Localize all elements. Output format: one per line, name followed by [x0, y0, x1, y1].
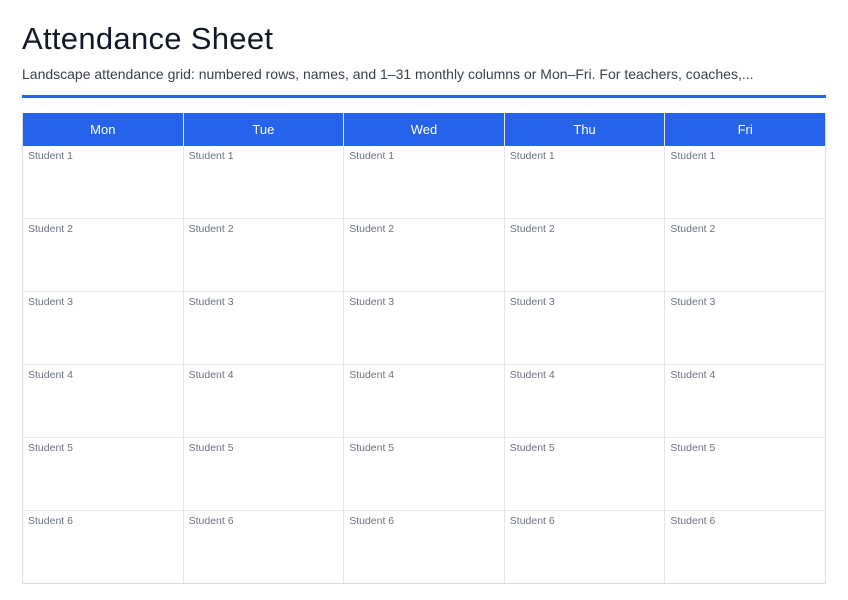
student-name-label: Student 4 — [509, 369, 555, 381]
attendance-cell[interactable]: Student 4 — [184, 365, 345, 437]
attendance-cell[interactable]: Student 6 — [23, 511, 184, 583]
student-name-label: Student 2 — [188, 223, 234, 235]
student-row: Student 3 Student 3 Student 3 Student 3 Stud… — [23, 291, 825, 364]
header-divider — [22, 95, 826, 98]
attendance-cell[interactable]: Student 4 — [505, 365, 666, 437]
student-name-label: Student 3 — [188, 296, 234, 308]
student-row: Student 6 Student 6 Student 6 Student 6 Stud… — [23, 510, 825, 583]
student-name-label: Student 3 — [509, 296, 555, 308]
attendance-cell[interactable]: Student 6 — [184, 511, 345, 583]
student-name-label: Student 6 — [28, 515, 73, 527]
student-name-label: Student 2 — [509, 223, 555, 235]
student-name-label: Student 2 — [349, 223, 395, 235]
attendance-cell[interactable]: Student 1 — [344, 146, 505, 218]
attendance-cell[interactable]: Student 2 — [23, 219, 184, 291]
day-header-row: Mon Tue Wed Thu Fri — [23, 113, 825, 146]
attendance-cell[interactable]: Student 1 — [23, 146, 184, 218]
day-header-mon: Mon — [23, 113, 184, 146]
day-header-thu: Thu — [505, 113, 666, 146]
attendance-cell[interactable]: Student 2 — [665, 219, 825, 291]
attendance-cell[interactable]: Student 4 — [344, 365, 505, 437]
day-header-fri: Fri — [737, 122, 753, 137]
student-name-label: Student 6 — [349, 515, 395, 527]
student-name-label: Student 1 — [670, 150, 716, 162]
attendance-cell[interactable]: Student 4 — [665, 365, 825, 437]
attendance-cell[interactable]: Student 1 — [665, 146, 825, 218]
attendance-cell[interactable]: Student 5 — [344, 438, 505, 510]
page-subtitle: Landscape attendance grid: numbered rows… — [22, 66, 754, 82]
student-name-label: Student 5 — [28, 442, 73, 454]
attendance-cell[interactable]: Student 3 — [184, 292, 345, 364]
student-name-label: Student 3 — [349, 296, 395, 308]
student-name-label: Student 3 — [670, 296, 716, 308]
attendance-cell[interactable]: Student 4 — [23, 365, 184, 437]
attendance-cell[interactable]: Student 2 — [505, 219, 666, 291]
attendance-cell[interactable]: Student 5 — [665, 438, 825, 510]
attendance-cell[interactable]: Student 5 — [23, 438, 184, 510]
attendance-cell[interactable]: Student 3 — [665, 292, 825, 364]
attendance-cell[interactable]: Student 5 — [184, 438, 345, 510]
attendance-cell[interactable]: Student 3 — [344, 292, 505, 364]
student-name-label: Student 4 — [670, 369, 716, 381]
student-name-label: Student 5 — [670, 442, 716, 454]
student-name-label: Student 5 — [188, 442, 234, 454]
attendance-cell[interactable]: Student 6 — [505, 511, 666, 583]
student-name-label: Student 1 — [509, 150, 555, 162]
attendance-cell[interactable]: Student 6 — [665, 511, 825, 583]
student-name-label: Student 1 — [188, 150, 234, 162]
attendance-cell[interactable]: Student 1 — [505, 146, 666, 218]
attendance-grid: Mon Tue Wed Thu Fri Student 1 Student 1 Studen… — [22, 113, 826, 584]
student-name-label: Student 6 — [509, 515, 555, 527]
student-row: Student 4 Student 4 Student 4 Student 4 Stud… — [23, 364, 825, 437]
student-name-label: Student 5 — [349, 442, 395, 454]
student-row: Student 1 Student 1 Student 1 Student 1 Stud… — [23, 146, 825, 218]
student-name-label: Student 2 — [670, 223, 716, 235]
student-name-label: Student 6 — [188, 515, 234, 527]
day-header-tue: Tue — [184, 113, 345, 146]
student-name-label: Student 6 — [670, 515, 716, 527]
student-rows: Student 1 Student 1 Student 1 Student 1 Stud… — [23, 146, 825, 583]
day-header-wed: Wed — [344, 113, 505, 146]
attendance-cell[interactable]: Student 1 — [184, 146, 345, 218]
student-name-label: Student 3 — [28, 296, 73, 308]
attendance-cell[interactable]: Student 3 — [505, 292, 666, 364]
student-name-label: Student 4 — [28, 369, 73, 381]
attendance-cell[interactable]: Student 6 — [344, 511, 505, 583]
student-name-label: Student 1 — [349, 150, 395, 162]
attendance-cell[interactable]: Student 2 — [184, 219, 345, 291]
student-name-label: Student 5 — [509, 442, 555, 454]
student-name-label: Student 4 — [188, 369, 234, 381]
student-name-label: Student 4 — [349, 369, 395, 381]
student-row: Student 2 Student 2 Student 2 Student 2 Stud… — [23, 218, 825, 291]
attendance-cell[interactable]: Student 5 — [505, 438, 666, 510]
attendance-cell[interactable]: Student 2 — [344, 219, 505, 291]
student-name-label: Student 1 — [28, 150, 73, 162]
student-row: Student 5 Student 5 Student 5 Student 5 Stud… — [23, 437, 825, 510]
student-name-label: Student 2 — [28, 223, 73, 235]
attendance-cell[interactable]: Student 3 — [23, 292, 184, 364]
page-title: Attendance Sheet — [22, 21, 274, 56]
